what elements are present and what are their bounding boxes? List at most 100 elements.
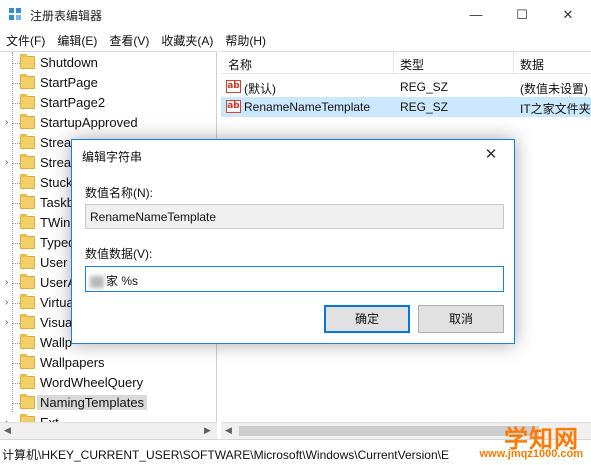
folder-icon [20,374,35,389]
registry-path: 计算机\HKEY_CURRENT_USER\SOFTWARE\Microsoft… [2,448,449,462]
tree-item-label: Visua [40,315,73,330]
window-title: 注册表编辑器 [30,9,103,23]
tree-connector [12,183,20,184]
registry-editor-icon [9,8,21,20]
tree-item[interactable]: Shutdown [0,53,216,73]
tree-item-label: NamingTemplates [37,395,148,410]
cancel-button[interactable]: 取消 [418,305,504,333]
list-item-selected[interactable]: ab RenameNameTemplate REG_SZ IT之家文件夹 [221,97,591,117]
tree-item-label: Virtua [40,295,74,310]
folder-icon [20,134,35,149]
tree-connector [12,343,20,344]
maximize-icon: ☐ [516,6,528,22]
expand-chevron-icon[interactable]: › [5,117,8,128]
scroll-right-icon[interactable]: ▶ [204,425,211,436]
tree-item[interactable]: Wallpapers [0,353,216,373]
value-data: IT之家文件夹 [520,102,591,116]
tree-item-label: Ext [40,415,59,422]
folder-icon [20,314,35,329]
expand-chevron-icon[interactable]: › [5,317,8,328]
value-data-label: 数值数据(V): [85,247,153,261]
menu-file[interactable]: 文件(F) [0,29,51,51]
value-name: RenameNameTemplate [244,100,371,114]
folder-icon [20,74,35,89]
tree-connector [12,223,20,224]
close-button[interactable]: ✕ [545,0,591,29]
string-value-icon: ab [226,100,241,113]
expand-chevron-icon[interactable]: › [5,157,8,168]
folder-icon [20,154,35,169]
tree-connector [12,283,20,284]
close-icon: ✕ [562,6,574,22]
scroll-left-icon[interactable]: ◀ [225,425,232,436]
tree-connector [12,103,20,104]
tree-connector [12,403,20,404]
menu-view[interactable]: 查看(V) [103,29,155,51]
tree-connector [12,383,20,384]
list-item[interactable]: ab (默认) REG_SZ (数值未设置) [221,77,591,97]
string-value-icon: ab [226,80,241,93]
column-data-header[interactable]: 数据 [520,56,544,73]
menu-edit[interactable]: 编辑(E) [51,29,103,51]
value-data-input[interactable]: 家 %s [85,266,504,292]
menu-bar: 文件(F) 编辑(E) 查看(V) 收藏夹(A) 帮助(H) [0,29,591,51]
value-type: REG_SZ [400,100,449,114]
tree-item-label: StartupApproved [40,115,138,130]
folder-icon [20,214,35,229]
folder-icon [20,254,35,269]
folder-icon [20,194,35,209]
column-name-header[interactable]: 名称 [228,56,252,73]
folder-icon [20,94,35,109]
tree-connector [12,263,20,264]
column-type-header[interactable]: 类型 [400,56,424,73]
tree-item[interactable]: StartPage2 [0,93,216,113]
value-data-text: 家 %s [106,274,139,288]
tree-item[interactable]: WordWheelQuery [0,373,216,393]
tree-connector [12,243,20,244]
tree-item-label: Taskb [40,195,74,210]
value-data: (数值未设置) [520,82,588,96]
list-header: 名称 类型 数据 [221,52,591,74]
scrollbar-thumb[interactable] [239,426,539,436]
title-bar: 注册表编辑器 — ☐ ✕ [0,0,591,29]
minimize-button[interactable]: — [453,0,499,29]
menu-help[interactable]: 帮助(H) [219,29,272,51]
tree-connector [12,83,20,84]
tree-item[interactable]: › StartupApproved [0,113,216,133]
column-divider[interactable] [513,52,514,74]
ok-button[interactable]: 确定 [324,305,410,333]
tree-connector [12,63,20,64]
tree-connector [12,303,20,304]
tree-item-label: StartPage2 [40,95,106,110]
value-name-label: 数值名称(N): [85,186,153,200]
tree-item-label: StartPage [40,75,98,90]
folder-icon [20,334,35,349]
folder-icon [20,354,35,369]
tree-item-label: Stuck [40,175,73,190]
folder-icon [20,54,35,69]
folder-icon [20,234,35,249]
maximize-button[interactable]: ☐ [499,0,545,29]
minimize-icon: — [469,7,483,22]
value-name-field: RenameNameTemplate [85,204,504,229]
folder-icon [20,294,35,309]
tree-item-label: Shutdown [40,55,98,70]
tree-item[interactable]: StartPage [0,73,216,93]
tree-connector [12,123,20,124]
tree-item-label: User [40,255,68,270]
folder-icon [20,114,35,129]
dialog-close-button[interactable]: ✕ [476,143,506,167]
close-icon: ✕ [484,146,498,163]
tree-connector [12,363,20,364]
tree-item[interactable]: ›Ext [0,413,216,422]
tree-connector [12,203,20,204]
tree-item[interactable]: NamingTemplates [0,393,216,413]
tree-connector [12,143,20,144]
expand-chevron-icon[interactable]: › [5,297,8,308]
expand-chevron-icon[interactable]: › [5,277,8,288]
dialog-title: 编辑字符串 [82,150,143,164]
tree-horizontal-scrollbar[interactable]: ◀ ▶ [0,422,217,439]
menu-favorites[interactable]: 收藏夹(A) [155,29,219,51]
column-divider[interactable] [393,52,394,74]
scroll-left-icon[interactable]: ◀ [4,425,11,436]
